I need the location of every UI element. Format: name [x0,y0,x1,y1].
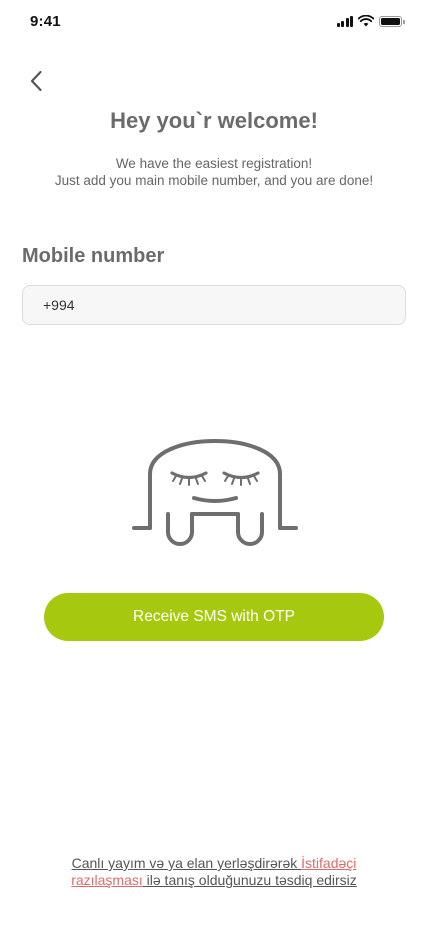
terms-link-part1[interactable]: İstifadəçi [301,855,356,871]
status-time: 9:41 [30,13,61,30]
back-chevron-icon [30,70,42,92]
terms-text-after: ilə tanış olduğunuzu təsdiq edirsiz [142,872,357,888]
registration-screen: 9:41 Hey you`r welcome! We have the easi… [0,0,428,926]
receive-otp-button[interactable]: Receive SMS with OTP [44,593,384,641]
status-bar: 9:41 [0,0,428,44]
page-subtitle: We have the easiest registration! Just a… [0,155,428,189]
battery-icon [379,15,405,27]
sleeping-ghost-mascot [132,439,298,546]
status-icons [336,15,405,27]
back-button[interactable] [22,66,50,96]
terms-text-before: Canlı yayım və ya elan yerləşdirərək [71,855,302,871]
page-title: Hey you`r welcome! [110,108,318,133]
terms-link-part2[interactable]: razılaşması [71,872,143,888]
subtitle-line-2: Just add you main mobile number, and you… [54,173,374,188]
mobile-number-input[interactable] [22,285,406,325]
terms-notice: Canlı yayım və ya elan yerləşdirərək İst… [30,855,398,889]
signal-icon [336,15,353,27]
mobile-number-label: Mobile number [22,245,165,267]
wifi-icon [358,15,374,27]
subtitle-line-1: We have the easiest registration! [115,156,313,171]
